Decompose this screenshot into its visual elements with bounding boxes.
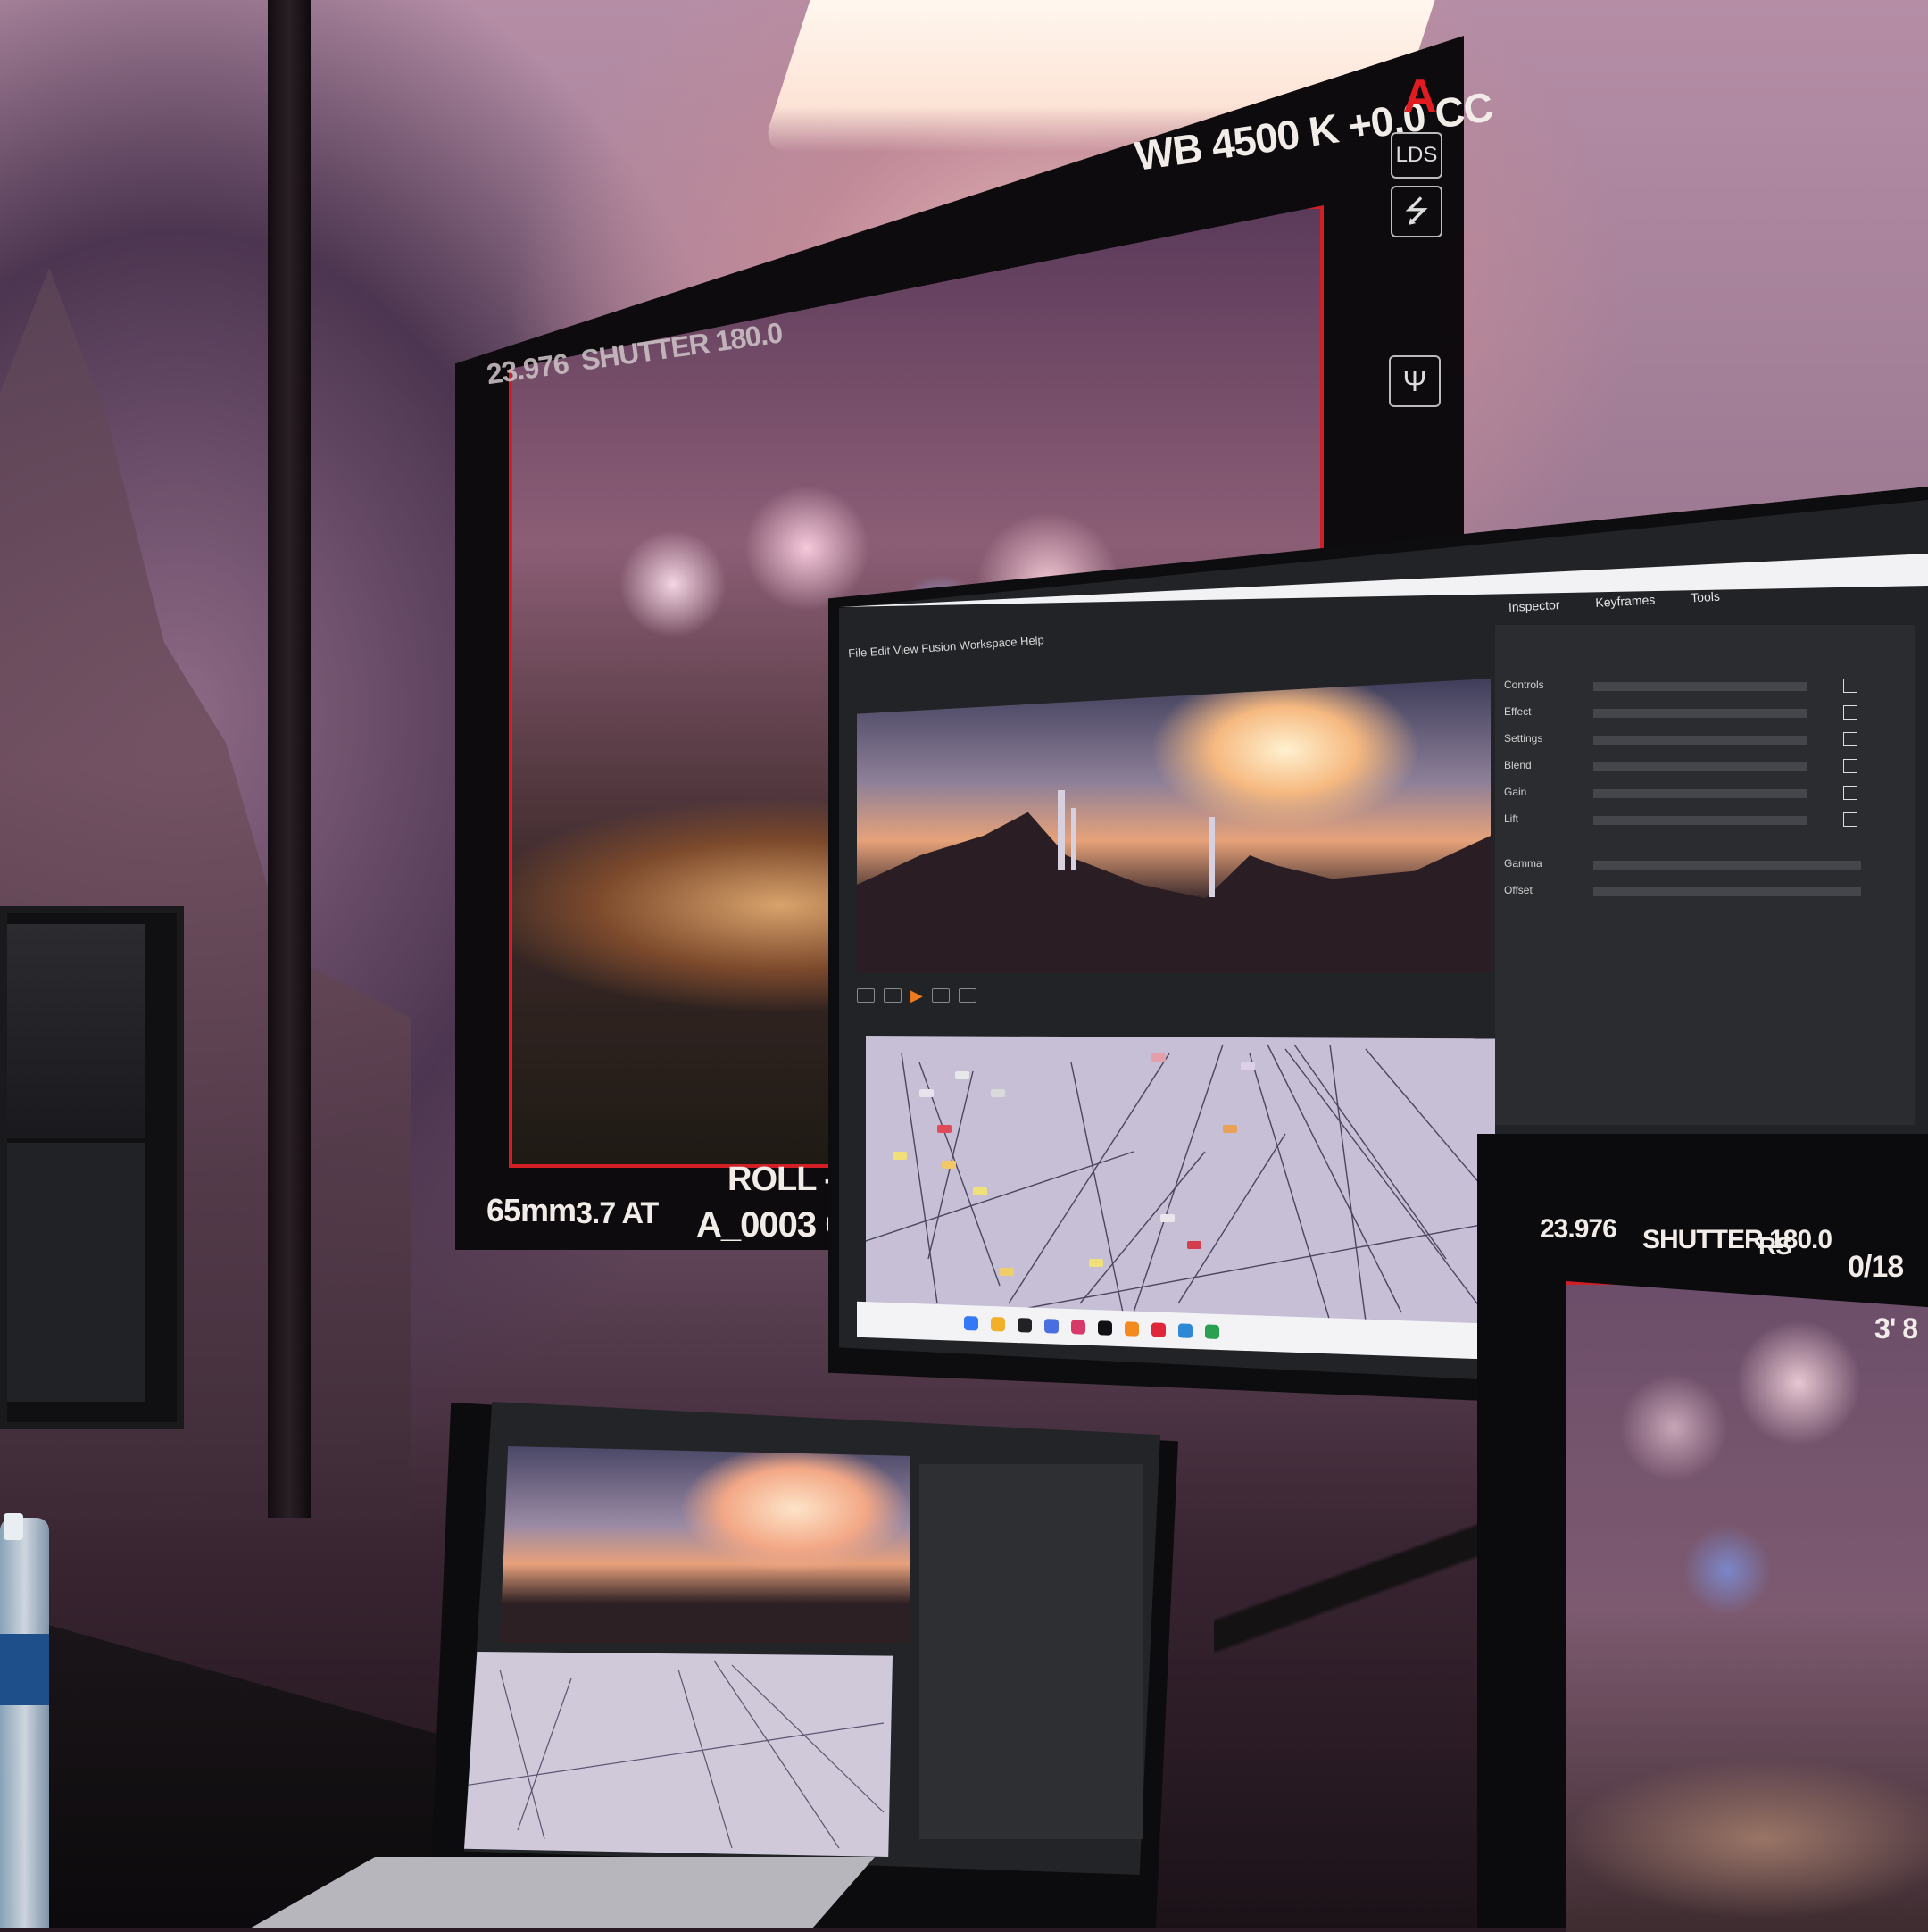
antenna-icon: Ψ [1389, 355, 1441, 407]
tab-inspector[interactable]: Inspector [1508, 597, 1561, 627]
app-icon[interactable] [1044, 1319, 1059, 1334]
right-osd-frame-rate: 0/18 [1848, 1250, 1904, 1284]
inspector-panel[interactable]: Controls Effect Settings Blend Gain Lift… [1495, 625, 1915, 1125]
tab-keyframes[interactable]: Keyframes [1595, 592, 1656, 621]
graph-node[interactable] [991, 1089, 1005, 1097]
graph-node[interactable] [937, 1125, 952, 1133]
inspector-row[interactable]: Lift [1504, 812, 1897, 829]
inspector-label: Settings [1504, 732, 1543, 745]
inspector-label: Gain [1504, 786, 1527, 798]
app-icon[interactable] [1125, 1321, 1139, 1337]
right-osd-res: RS [1758, 1232, 1792, 1260]
rec-indicator: A [1403, 71, 1437, 122]
osd-iris: 65mm [486, 1192, 577, 1228]
graph-node[interactable] [942, 1161, 956, 1169]
laptop-inspector-panel[interactable] [919, 1464, 1143, 1839]
loop-button[interactable] [958, 988, 976, 1003]
inspector-slider[interactable] [1593, 709, 1808, 718]
lds-badge: LDS [1391, 132, 1442, 179]
inspector-row[interactable]: Gain [1504, 786, 1897, 802]
usb-icon: ⭍ [1391, 186, 1442, 237]
inspector-row[interactable]: Settings [1504, 732, 1897, 748]
inspector-row[interactable]: Gamma [1504, 857, 1897, 873]
app-icon[interactable] [1018, 1318, 1032, 1333]
inspector-checkbox[interactable] [1843, 732, 1857, 746]
app-icon[interactable] [1178, 1323, 1193, 1338]
rewind-button[interactable] [857, 988, 875, 1003]
tab-tools[interactable]: Tools [1691, 589, 1721, 618]
viewer-spire [1209, 817, 1215, 897]
inspector-row[interactable]: Effect [1504, 705, 1897, 721]
inspector-slider[interactable] [1593, 816, 1808, 825]
inspector-row[interactable]: Offset [1504, 884, 1897, 900]
inspector-slider[interactable] [1593, 789, 1808, 798]
bottle-label [0, 1634, 49, 1705]
graph-node[interactable] [1160, 1214, 1175, 1222]
left-monitor-panel [7, 1143, 145, 1402]
inspector-row[interactable]: Blend [1504, 759, 1897, 775]
transport-controls[interactable]: ▶ [857, 978, 1491, 1013]
laptop-node-connections [464, 1660, 885, 1849]
laptop-node-graph[interactable] [464, 1652, 893, 1857]
inspector-slider[interactable] [1593, 736, 1808, 745]
left-monitor-screen [7, 924, 145, 1138]
inspector-label: Offset [1504, 884, 1533, 896]
inspector-label: Effect [1504, 705, 1532, 718]
node-connections [866, 1044, 1492, 1322]
graph-node[interactable] [1151, 1053, 1166, 1062]
graph-node[interactable] [1187, 1241, 1201, 1249]
graph-node[interactable] [1089, 1259, 1103, 1267]
step-forward-button[interactable] [931, 988, 950, 1003]
app-icon[interactable] [1098, 1320, 1112, 1336]
bottle-cap [4, 1513, 23, 1540]
water-bottle [0, 1518, 49, 1928]
node-graph[interactable] [866, 1036, 1495, 1330]
inspector-slider[interactable] [1593, 682, 1808, 691]
graph-node[interactable] [1000, 1268, 1014, 1276]
graph-node[interactable] [973, 1187, 987, 1195]
viewer-spire [1058, 790, 1065, 870]
graph-node[interactable] [1223, 1125, 1237, 1133]
app-icon[interactable] [1205, 1324, 1219, 1339]
app-icon[interactable] [991, 1317, 1005, 1332]
graph-node[interactable] [955, 1071, 969, 1079]
graph-node[interactable] [919, 1089, 934, 1097]
monitor-arm [1214, 1411, 1500, 1768]
right-osd-fps: 23.976 [1540, 1214, 1617, 1244]
app-icon[interactable] [1151, 1322, 1166, 1337]
osd-focus: 3.7 AT [576, 1196, 659, 1230]
inspector-checkbox[interactable] [1843, 705, 1857, 720]
inspector-checkbox[interactable] [1843, 812, 1857, 827]
inspector-row[interactable]: Controls [1504, 679, 1897, 695]
play-icon[interactable]: ▶ [910, 987, 923, 1005]
inspector-checkbox[interactable] [1843, 786, 1857, 800]
inspector-label: Lift [1504, 812, 1519, 825]
step-back-button[interactable] [884, 988, 902, 1003]
inspector-slider[interactable] [1593, 762, 1808, 771]
laptop-viewer[interactable] [500, 1446, 910, 1643]
app-icon[interactable] [964, 1315, 978, 1331]
inspector-slider[interactable] [1593, 887, 1861, 896]
right-osd-distance: 3' 8 [1874, 1312, 1918, 1345]
right-osd-shutter: SHUTTER 180.0 [1642, 1225, 1832, 1254]
graph-node[interactable] [893, 1152, 907, 1160]
graph-node[interactable] [1241, 1062, 1255, 1070]
right-frame-preview [1566, 1281, 1928, 1932]
inspector-label: Blend [1504, 759, 1532, 771]
inspector-checkbox[interactable] [1843, 759, 1857, 773]
viewer-spire [1071, 808, 1076, 870]
inspector-checkbox[interactable] [1843, 679, 1857, 693]
app-icon[interactable] [1071, 1320, 1085, 1335]
inspector-slider[interactable] [1593, 861, 1861, 870]
inspector-label: Controls [1504, 679, 1544, 691]
inspector-label: Gamma [1504, 857, 1542, 870]
light-stand [268, 0, 311, 1518]
